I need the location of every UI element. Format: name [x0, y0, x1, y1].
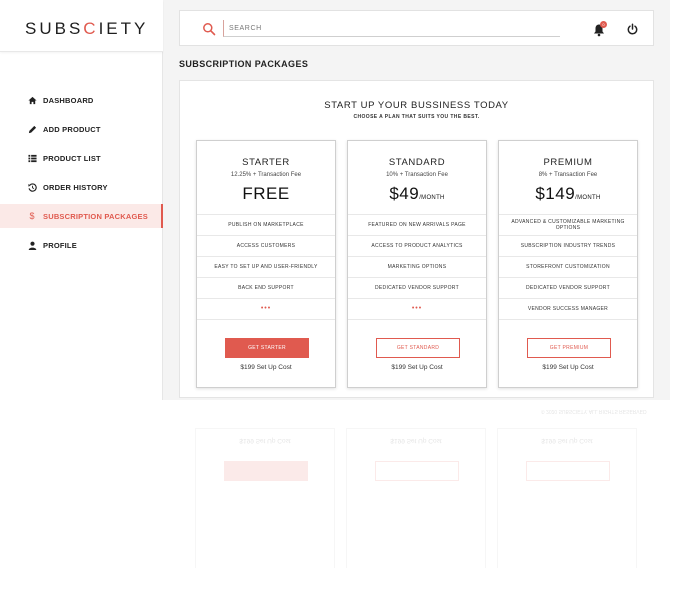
sidebar: SUBSCIETY DASHBOARD ADD PRODUCT PRODUCT … — [0, 0, 163, 400]
reflection-setup-cost: $199 Set Up Cost — [239, 437, 291, 444]
plan-fee: 12.25% + Transaction Fee — [230, 172, 302, 178]
plan-feature: SUBSCRIPTION INDUSTRY TRENDS — [499, 236, 637, 257]
list-icon — [27, 153, 37, 163]
pricing-panel: START UP YOUR BUSSINESS TODAY CHOOSE A P… — [179, 80, 654, 398]
plan-feature: ACCESS CUSTOMERS — [197, 236, 335, 257]
sidebar-item-product-list[interactable]: PRODUCT LIST — [0, 146, 163, 170]
plan-card-premium: PREMIUM 8% + Transaction Fee $149/MONTH … — [498, 140, 638, 388]
plan-price-period: /MONTH — [575, 195, 601, 201]
pricing-subheading: CHOOSE A PLAN THAT SUITS YOU THE BEST. — [353, 114, 480, 120]
user-icon — [27, 240, 37, 250]
sidebar-item-label: PROFILE — [43, 240, 77, 250]
reflection-setup-cost: $199 Set Up Cost — [541, 437, 593, 444]
pencil-icon — [27, 124, 37, 134]
brand-logo-suffix: IETY — [98, 19, 149, 38]
reflection-card: $199 Set Up Cost — [346, 428, 486, 568]
plan-feature: ADVANCED & CUSTOMIZABLE MARKETING OPTION… — [499, 215, 637, 236]
plan-feature: EASY TO SET UP AND USER-FRIENDLY — [197, 257, 335, 278]
reflection-card: $199 Set Up Cost — [497, 428, 637, 568]
plan-feature: DEDICATED VENDOR SUPPORT — [499, 278, 637, 299]
reflection-setup-cost: $199 Set Up Cost — [390, 437, 442, 444]
plan-name: STANDARD — [388, 157, 446, 168]
plan-card-standard: STANDARD 10% + Transaction Fee $49/MONTH… — [347, 140, 487, 388]
brand-logo[interactable]: SUBSCIETY — [25, 19, 148, 39]
plan-name: PREMIUM — [543, 157, 593, 168]
sidebar-item-label: SUBSCRIPTION PACKAGES — [43, 211, 148, 221]
reflection-content: © 2020 SUBSCIETY. ALL RIGHTS RESERVED $1… — [163, 400, 670, 580]
sidebar-item-dashboard[interactable]: DASHBOARD — [0, 88, 163, 112]
brand-logo-prefix: SUBS — [25, 19, 84, 38]
plan-feature: STOREFRONT CUSTOMIZATION — [499, 257, 637, 278]
logo-area: SUBSCIETY — [0, 0, 163, 52]
sidebar-item-order-history[interactable]: ORDER HISTORY — [0, 175, 163, 199]
plan-feature: ACCESS TO PRODUCT ANALYTICS — [348, 236, 486, 257]
sidebar-item-add-product[interactable]: ADD PRODUCT — [0, 117, 163, 141]
plan-features: PUBLISH ON MARKETPLACE ACCESS CUSTOMERS … — [197, 214, 335, 320]
mockup-reflection: © 2020 SUBSCIETY. ALL RIGHTS RESERVED $1… — [163, 400, 670, 580]
plan-setup-cost: $199 Set Up Cost — [542, 364, 594, 371]
get-standard-button[interactable]: GET STANDARD — [376, 338, 460, 358]
plan-feature: PUBLISH ON MARKETPLACE — [197, 215, 335, 236]
power-icon[interactable] — [626, 23, 639, 36]
history-icon — [27, 182, 37, 192]
get-starter-button[interactable]: GET STARTER — [225, 338, 309, 358]
plan-price-amount: FREE — [242, 184, 290, 203]
plan-price-amount: $49 — [389, 184, 420, 203]
sidebar-item-profile[interactable]: PROFILE — [0, 233, 163, 257]
plan-feature: FEATURED ON NEW ARRIVALS PAGE — [348, 215, 486, 236]
plan-feature: VENDOR SUCCESS MANAGER — [499, 299, 637, 320]
plan-price: $149/MONTH — [499, 184, 637, 204]
app-window: SUBSCIETY DASHBOARD ADD PRODUCT PRODUCT … — [0, 0, 670, 400]
sidebar-item-label: PRODUCT LIST — [43, 153, 101, 163]
search-input[interactable] — [223, 20, 560, 37]
plan-price-amount: $149 — [535, 184, 576, 203]
plan-features: FEATURED ON NEW ARRIVALS PAGE ACCESS TO … — [348, 214, 486, 320]
search-icon[interactable] — [202, 22, 216, 36]
plan-feature: MARKETING OPTIONS — [348, 257, 486, 278]
brand-logo-accent: C — [83, 19, 99, 38]
dollar-icon: $ — [29, 211, 35, 221]
sidebar-nav: DASHBOARD ADD PRODUCT PRODUCT LIST ORDER… — [0, 88, 163, 262]
plan-price: $49/MONTH — [348, 184, 486, 204]
footer-copyright: © 2020 SUBSCIETY. ALL RIGHTS RESERVED — [541, 408, 647, 414]
plan-features: ADVANCED & CUSTOMIZABLE MARKETING OPTION… — [499, 214, 637, 320]
sidebar-item-subscription-packages[interactable]: $ SUBSCRIPTION PACKAGES — [0, 204, 163, 228]
plan-price: FREE — [197, 184, 335, 204]
plan-name: STARTER — [242, 157, 290, 168]
pricing-heading: START UP YOUR BUSSINESS TODAY — [324, 100, 509, 111]
notification-badge: 0 — [600, 21, 607, 28]
plan-price-period: /MONTH — [419, 195, 445, 201]
get-premium-button[interactable]: GET PREMIUM — [527, 338, 611, 358]
plan-fee: 8% + Transaction Fee — [538, 172, 598, 178]
reflection-card: $199 Set Up Cost — [195, 428, 335, 568]
plan-setup-cost: $199 Set Up Cost — [240, 364, 292, 371]
more-features-dots: ••• — [197, 299, 335, 320]
plan-card-starter: STARTER 12.25% + Transaction Fee FREE PU… — [196, 140, 336, 388]
sidebar-item-label: DASHBOARD — [43, 95, 94, 105]
sidebar-item-label: ADD PRODUCT — [43, 124, 101, 134]
page-title: SUBSCRIPTION PACKAGES — [179, 59, 309, 69]
reflection-button — [526, 461, 610, 481]
home-icon — [27, 95, 37, 105]
plan-feature: BACK END SUPPORT — [197, 278, 335, 299]
more-features-dots: ••• — [348, 299, 486, 320]
plan-setup-cost: $199 Set Up Cost — [391, 364, 443, 371]
top-bar: 0 — [179, 10, 654, 46]
sidebar-item-label: ORDER HISTORY — [43, 182, 108, 192]
plan-fee: 10% + Transaction Fee — [386, 172, 448, 178]
plan-feature: DEDICATED VENDOR SUPPORT — [348, 278, 486, 299]
reflection-button — [375, 461, 459, 481]
reflection-button — [224, 461, 308, 481]
